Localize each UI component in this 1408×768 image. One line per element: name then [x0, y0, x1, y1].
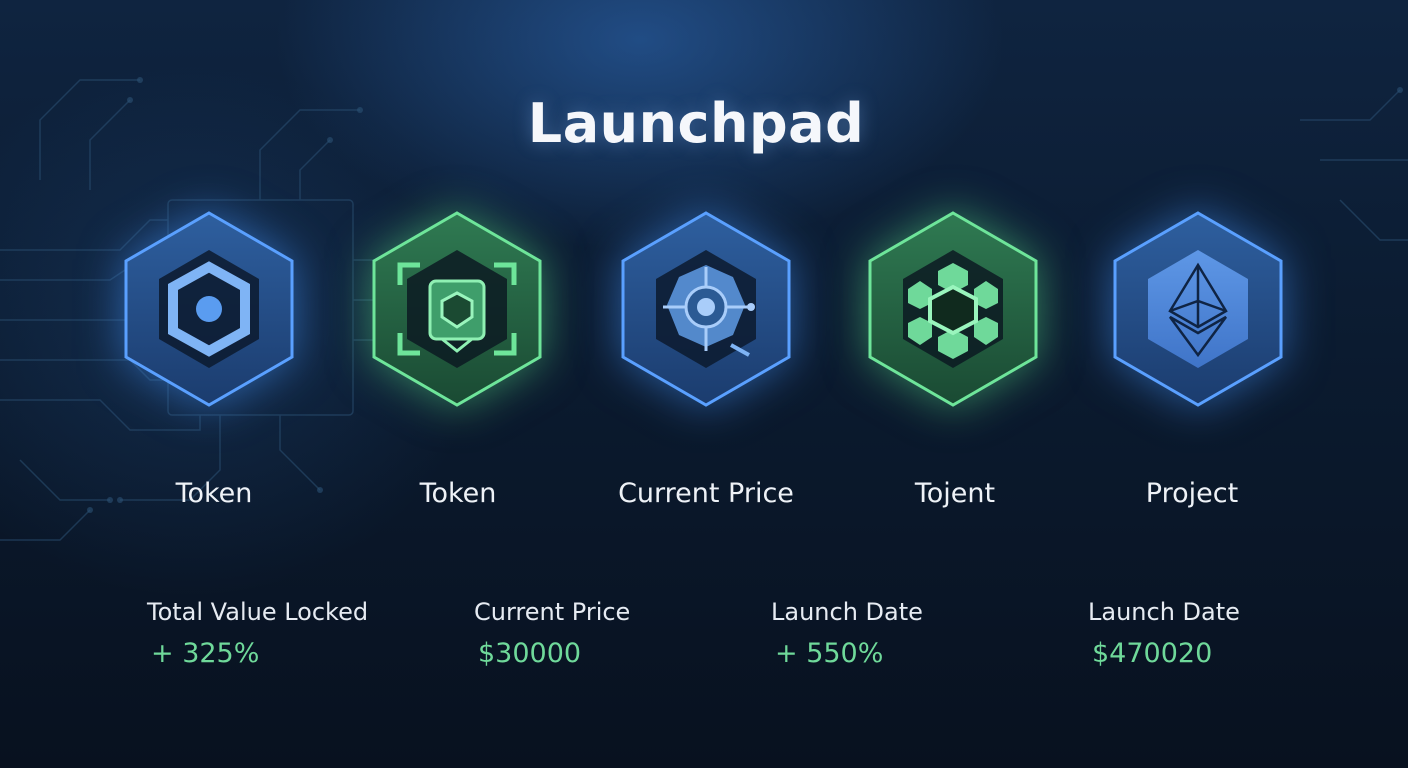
stat-value: $470020	[1092, 638, 1213, 669]
gear-network-icon	[621, 211, 791, 407]
stat-label: Launch Date	[771, 598, 923, 626]
hexagon-ring-icon	[124, 211, 294, 407]
token-card[interactable]	[114, 205, 304, 420]
project-card[interactable]	[1103, 205, 1293, 420]
hexagon-cluster-icon	[868, 211, 1038, 407]
stat-current-price: Current Price $30000	[474, 598, 734, 669]
stat-total-value-locked: Total Value Locked + 325%	[147, 598, 407, 669]
card-label-tojent: Tojent	[914, 478, 996, 509]
stat-value: + 550%	[775, 638, 884, 669]
shield-chip-icon	[372, 211, 542, 407]
stat-label: Launch Date	[1088, 598, 1240, 626]
stat-launch-date-2: Launch Date $470020	[1088, 598, 1348, 669]
card-label-project: Project	[1145, 478, 1239, 509]
ethereum-icon	[1113, 211, 1283, 407]
card-label-token: Token	[175, 478, 253, 509]
stat-value: + 325%	[151, 638, 260, 669]
card-label-current-price: Current Price	[618, 478, 794, 509]
card-label-token-2: Token	[419, 478, 497, 509]
stat-value: $30000	[478, 638, 582, 669]
tojent-card[interactable]	[858, 205, 1048, 420]
stat-launch-date: Launch Date + 550%	[771, 598, 1031, 669]
stat-label: Total Value Locked	[147, 598, 369, 626]
token-card-2[interactable]	[362, 205, 552, 420]
current-price-card[interactable]	[611, 205, 801, 420]
stat-label: Current Price	[474, 598, 631, 626]
page-title: Launchpad	[527, 92, 865, 155]
